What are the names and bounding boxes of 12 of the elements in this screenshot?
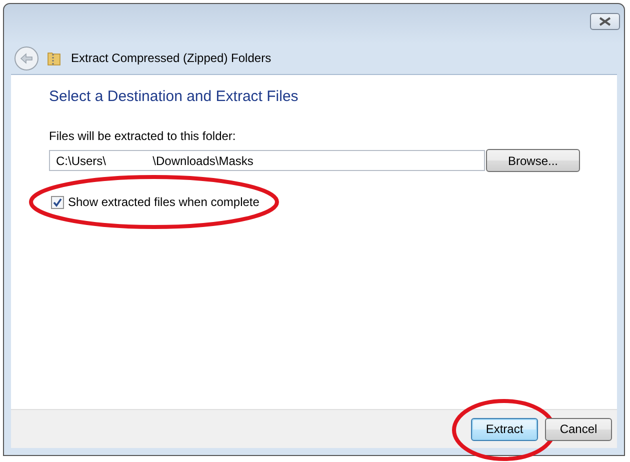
browse-button[interactable]: Browse...: [486, 149, 580, 172]
zip-folder-icon: [47, 50, 61, 66]
close-icon: [599, 17, 611, 26]
extract-button[interactable]: Extract: [471, 418, 538, 440]
checkbox[interactable]: [51, 196, 64, 208]
checkbox-label: Show extracted files when complete: [68, 195, 260, 209]
close-button[interactable]: [590, 13, 620, 30]
window-title: Extract Compressed (Zipped) Folders: [71, 51, 272, 65]
destination-label: Files will be extracted to this folder:: [49, 129, 236, 143]
destination-field[interactable]: C:\Users\ \Downloads\Masks: [49, 150, 485, 171]
page-heading: Select a Destination and Extract Files: [49, 88, 298, 105]
cancel-button[interactable]: Cancel: [545, 418, 612, 440]
